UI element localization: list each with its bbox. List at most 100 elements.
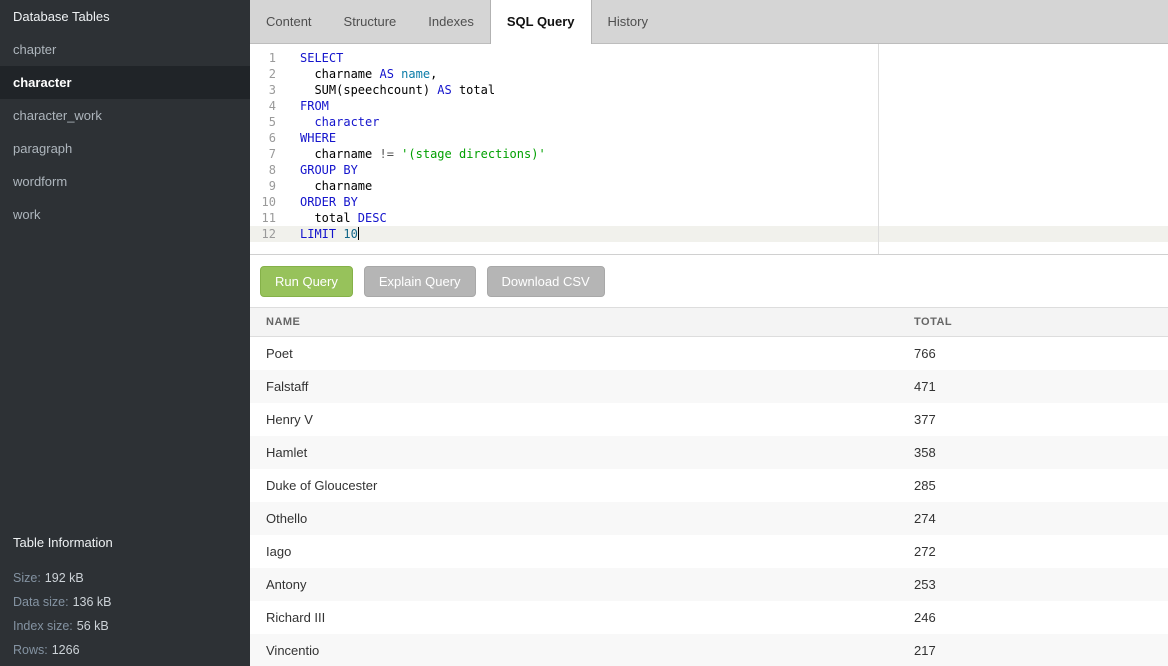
line-content: GROUP BY bbox=[300, 162, 358, 178]
result-row: Henry V377 bbox=[250, 403, 1168, 436]
line-number: 4 bbox=[250, 98, 284, 114]
line-content: SELECT bbox=[300, 50, 343, 66]
line-number: 8 bbox=[250, 162, 284, 178]
line-content: character bbox=[300, 114, 379, 130]
info-value: 56 kB bbox=[77, 619, 109, 633]
cell-total: 471 bbox=[914, 370, 1168, 403]
cell-name: Duke of Gloucester bbox=[250, 469, 914, 502]
tab-indexes[interactable]: Indexes bbox=[412, 0, 490, 43]
code-line-2: 2 charname AS name, bbox=[250, 66, 1168, 82]
code-line-10: 10 ORDER BY bbox=[250, 194, 1168, 210]
code-line-1: 1SELECT bbox=[250, 50, 1168, 66]
table-info-rows: Size:192 kB Data size: 136 kBIndex size: 56… bbox=[0, 566, 250, 662]
cell-name: Othello bbox=[250, 502, 914, 535]
column-header-name: NAME bbox=[250, 308, 914, 336]
cell-name: Falstaff bbox=[250, 370, 914, 403]
tab-history[interactable]: History bbox=[592, 0, 664, 43]
line-content: charname bbox=[300, 178, 372, 194]
line-number: 12 bbox=[250, 226, 284, 242]
cell-name: Richard III bbox=[250, 601, 914, 634]
line-content: charname != '(stage directions)' bbox=[300, 146, 546, 162]
result-row: Richard III246 bbox=[250, 601, 1168, 634]
code-line-6: 6 WHERE bbox=[250, 130, 1168, 146]
cell-total: 285 bbox=[914, 469, 1168, 502]
info-value: 136 kB bbox=[73, 595, 112, 609]
sidebar-item-character-work[interactable]: character_work bbox=[0, 99, 250, 132]
table-info-panel: Table Information Size:192 kB Data size: 1… bbox=[0, 528, 250, 666]
main-panel: ContentStructureIndexesSQL QueryHistory … bbox=[250, 0, 1168, 666]
code-line-9: 9 charname bbox=[250, 178, 1168, 194]
code-lines: 1SELECT2 charname AS name,3 SUM(speechco… bbox=[250, 50, 1168, 242]
line-content: FROM bbox=[300, 98, 329, 114]
download-csv-button[interactable]: Download CSV bbox=[487, 266, 605, 297]
code-line-7: 7 charname != '(stage directions)' bbox=[250, 146, 1168, 162]
editor-divider bbox=[878, 44, 879, 254]
result-row: Poet766 bbox=[250, 337, 1168, 370]
cell-total: 377 bbox=[914, 403, 1168, 436]
line-number: 6 bbox=[250, 130, 284, 146]
table-info-row: Size:192 kB bbox=[0, 566, 250, 590]
line-number: 3 bbox=[250, 82, 284, 98]
code-line-4: 4 FROM bbox=[250, 98, 1168, 114]
results-header-row: NAME TOTAL bbox=[250, 307, 1168, 337]
sidebar-header: Database Tables bbox=[0, 0, 250, 33]
result-row: Hamlet358 bbox=[250, 436, 1168, 469]
sidebar-item-character[interactable]: character bbox=[0, 66, 250, 99]
cell-total: 253 bbox=[914, 568, 1168, 601]
sidebar-item-chapter[interactable]: chapter bbox=[0, 33, 250, 66]
app-window: Database Tables chaptercharactercharacte… bbox=[0, 0, 1168, 666]
tab-content[interactable]: Content bbox=[250, 0, 328, 43]
line-content: charname AS name, bbox=[300, 66, 437, 82]
tab-structure[interactable]: Structure bbox=[328, 0, 413, 43]
result-row: Duke of Gloucester285 bbox=[250, 469, 1168, 502]
column-header-total: TOTAL bbox=[914, 308, 1168, 336]
info-label: Index size: bbox=[13, 619, 73, 633]
explain-query-button[interactable]: Explain Query bbox=[364, 266, 476, 297]
line-number: 11 bbox=[250, 210, 284, 226]
run-query-button[interactable]: Run Query bbox=[260, 266, 353, 297]
cell-name: Antony bbox=[250, 568, 914, 601]
table-info-header: Table Information bbox=[0, 528, 250, 558]
tab-bar: ContentStructureIndexesSQL QueryHistory bbox=[250, 0, 1168, 44]
sql-editor[interactable]: 1SELECT2 charname AS name,3 SUM(speechco… bbox=[250, 44, 1168, 255]
info-label: Size: bbox=[13, 571, 41, 585]
cell-name: Vincentio bbox=[250, 634, 914, 666]
line-content: WHERE bbox=[300, 130, 336, 146]
result-row: Iago272 bbox=[250, 535, 1168, 568]
line-number: 10 bbox=[250, 194, 284, 210]
result-row: Antony253 bbox=[250, 568, 1168, 601]
code-line-3: 3 SUM(speechcount) AS total bbox=[250, 82, 1168, 98]
results-table: NAME TOTAL Poet766Falstaff471Henry V377H… bbox=[250, 307, 1168, 666]
query-toolbar: Run Query Explain Query Download CSV bbox=[250, 255, 1168, 307]
result-row: Othello274 bbox=[250, 502, 1168, 535]
code-line-12: 12 LIMIT 10 bbox=[250, 226, 1168, 242]
sidebar-item-wordform[interactable]: wordform bbox=[0, 165, 250, 198]
cell-total: 358 bbox=[914, 436, 1168, 469]
sidebar-item-work[interactable]: work bbox=[0, 198, 250, 231]
cell-name: Henry V bbox=[250, 403, 914, 436]
line-number: 9 bbox=[250, 178, 284, 194]
text-cursor bbox=[358, 227, 359, 240]
tab-sql-query[interactable]: SQL Query bbox=[490, 0, 592, 44]
line-content: LIMIT 10 bbox=[300, 226, 359, 242]
cell-total: 274 bbox=[914, 502, 1168, 535]
sidebar-item-paragraph[interactable]: paragraph bbox=[0, 132, 250, 165]
cell-total: 217 bbox=[914, 634, 1168, 666]
line-content: total DESC bbox=[300, 210, 387, 226]
table-info-row: Index size: 56 kB bbox=[0, 614, 250, 638]
cell-name: Iago bbox=[250, 535, 914, 568]
line-number: 2 bbox=[250, 66, 284, 82]
line-content: SUM(speechcount) AS total bbox=[300, 82, 495, 98]
line-number: 7 bbox=[250, 146, 284, 162]
table-list: chaptercharactercharacter_workparagraphw… bbox=[0, 33, 250, 231]
result-row: Falstaff471 bbox=[250, 370, 1168, 403]
results-body: Poet766Falstaff471Henry V377Hamlet358Duk… bbox=[250, 337, 1168, 666]
info-label: Data size: bbox=[13, 595, 69, 609]
line-content: ORDER BY bbox=[300, 194, 358, 210]
code-line-5: 5 character bbox=[250, 114, 1168, 130]
table-info-row: Data size: 136 kB bbox=[0, 590, 250, 614]
code-line-8: 8 GROUP BY bbox=[250, 162, 1168, 178]
line-number: 5 bbox=[250, 114, 284, 130]
info-value: 1266 bbox=[52, 643, 80, 657]
cell-total: 766 bbox=[914, 337, 1168, 370]
